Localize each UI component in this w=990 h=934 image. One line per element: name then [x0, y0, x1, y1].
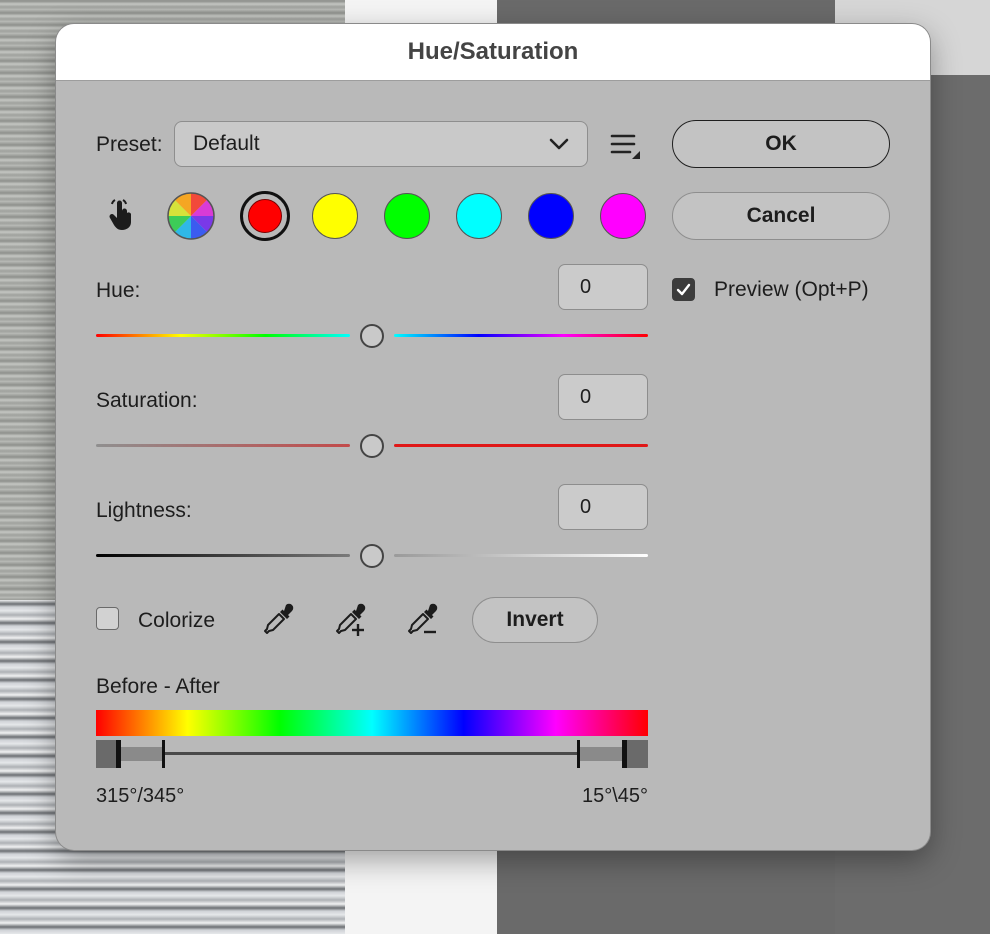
colorize-label: Colorize	[138, 609, 216, 632]
range-falloff-left	[118, 747, 164, 761]
before-after-label: Before - After	[96, 675, 220, 698]
saturation-track-left[interactable]	[96, 444, 350, 447]
hand-pointer-icon[interactable]	[106, 198, 136, 232]
range-falloff-right-dark	[624, 740, 648, 768]
lightness-value-field[interactable]: 0	[558, 484, 648, 530]
hue-saturation-dialog: Hue/Saturation Preset: Default OK Cancel…	[56, 24, 930, 850]
preview-checkbox[interactable]	[672, 278, 695, 301]
channel-magentas-swatch[interactable]	[600, 193, 646, 239]
eyedropper-minus-icon[interactable]	[406, 602, 442, 638]
eyedropper-icon[interactable]	[262, 602, 296, 636]
lightness-slider-thumb[interactable]	[360, 544, 384, 568]
before-spectrum-bar	[96, 710, 648, 736]
lightness-label: Lightness:	[96, 499, 192, 522]
hue-slider-thumb[interactable]	[360, 324, 384, 348]
hue-track-left[interactable]	[96, 334, 350, 337]
menu-lines-icon[interactable]	[610, 131, 642, 161]
range-handle-right-inner[interactable]	[577, 740, 580, 768]
range-handle-left-outer[interactable]	[116, 740, 121, 768]
dialog-title: Hue/Saturation	[56, 24, 930, 81]
range-handle-right-outer[interactable]	[622, 740, 627, 768]
range-center	[164, 752, 578, 755]
chevron-down-icon	[549, 138, 569, 150]
colorize-checkbox[interactable]	[96, 607, 119, 630]
channel-greens-swatch[interactable]	[384, 193, 430, 239]
range-slider[interactable]	[96, 740, 648, 768]
color-wheel-icon[interactable]	[167, 192, 215, 240]
range-right-value: 15°\45°	[581, 785, 648, 807]
eyedropper-plus-icon[interactable]	[334, 602, 370, 638]
checkmark-icon	[676, 283, 691, 296]
range-falloff-left-dark	[96, 740, 118, 768]
preview-label: Preview (Opt+P)	[714, 278, 869, 301]
ok-button[interactable]: OK	[672, 120, 890, 168]
hue-track-right[interactable]	[394, 334, 648, 337]
channel-yellows-swatch[interactable]	[312, 193, 358, 239]
range-left-value: 315°/345°	[96, 785, 185, 807]
lightness-track-right[interactable]	[394, 554, 648, 557]
channel-reds-swatch[interactable]	[240, 191, 290, 241]
preset-value: Default	[193, 132, 260, 155]
lightness-track-left[interactable]	[96, 554, 350, 557]
channel-blues-swatch[interactable]	[528, 193, 574, 239]
saturation-track-right[interactable]	[394, 444, 648, 447]
saturation-value-field[interactable]: 0	[558, 374, 648, 420]
hue-value-field[interactable]: 0	[558, 264, 648, 310]
saturation-label: Saturation:	[96, 389, 198, 412]
preset-dropdown[interactable]: Default	[174, 121, 588, 167]
invert-button[interactable]: Invert	[472, 597, 598, 643]
saturation-slider-thumb[interactable]	[360, 434, 384, 458]
reds-color-dot	[248, 199, 282, 233]
cancel-button[interactable]: Cancel	[672, 192, 890, 240]
preset-label: Preset:	[96, 133, 163, 156]
hue-label: Hue:	[96, 279, 141, 302]
channel-cyans-swatch[interactable]	[456, 193, 502, 239]
range-handle-left-inner[interactable]	[162, 740, 165, 768]
range-falloff-right	[578, 747, 624, 761]
